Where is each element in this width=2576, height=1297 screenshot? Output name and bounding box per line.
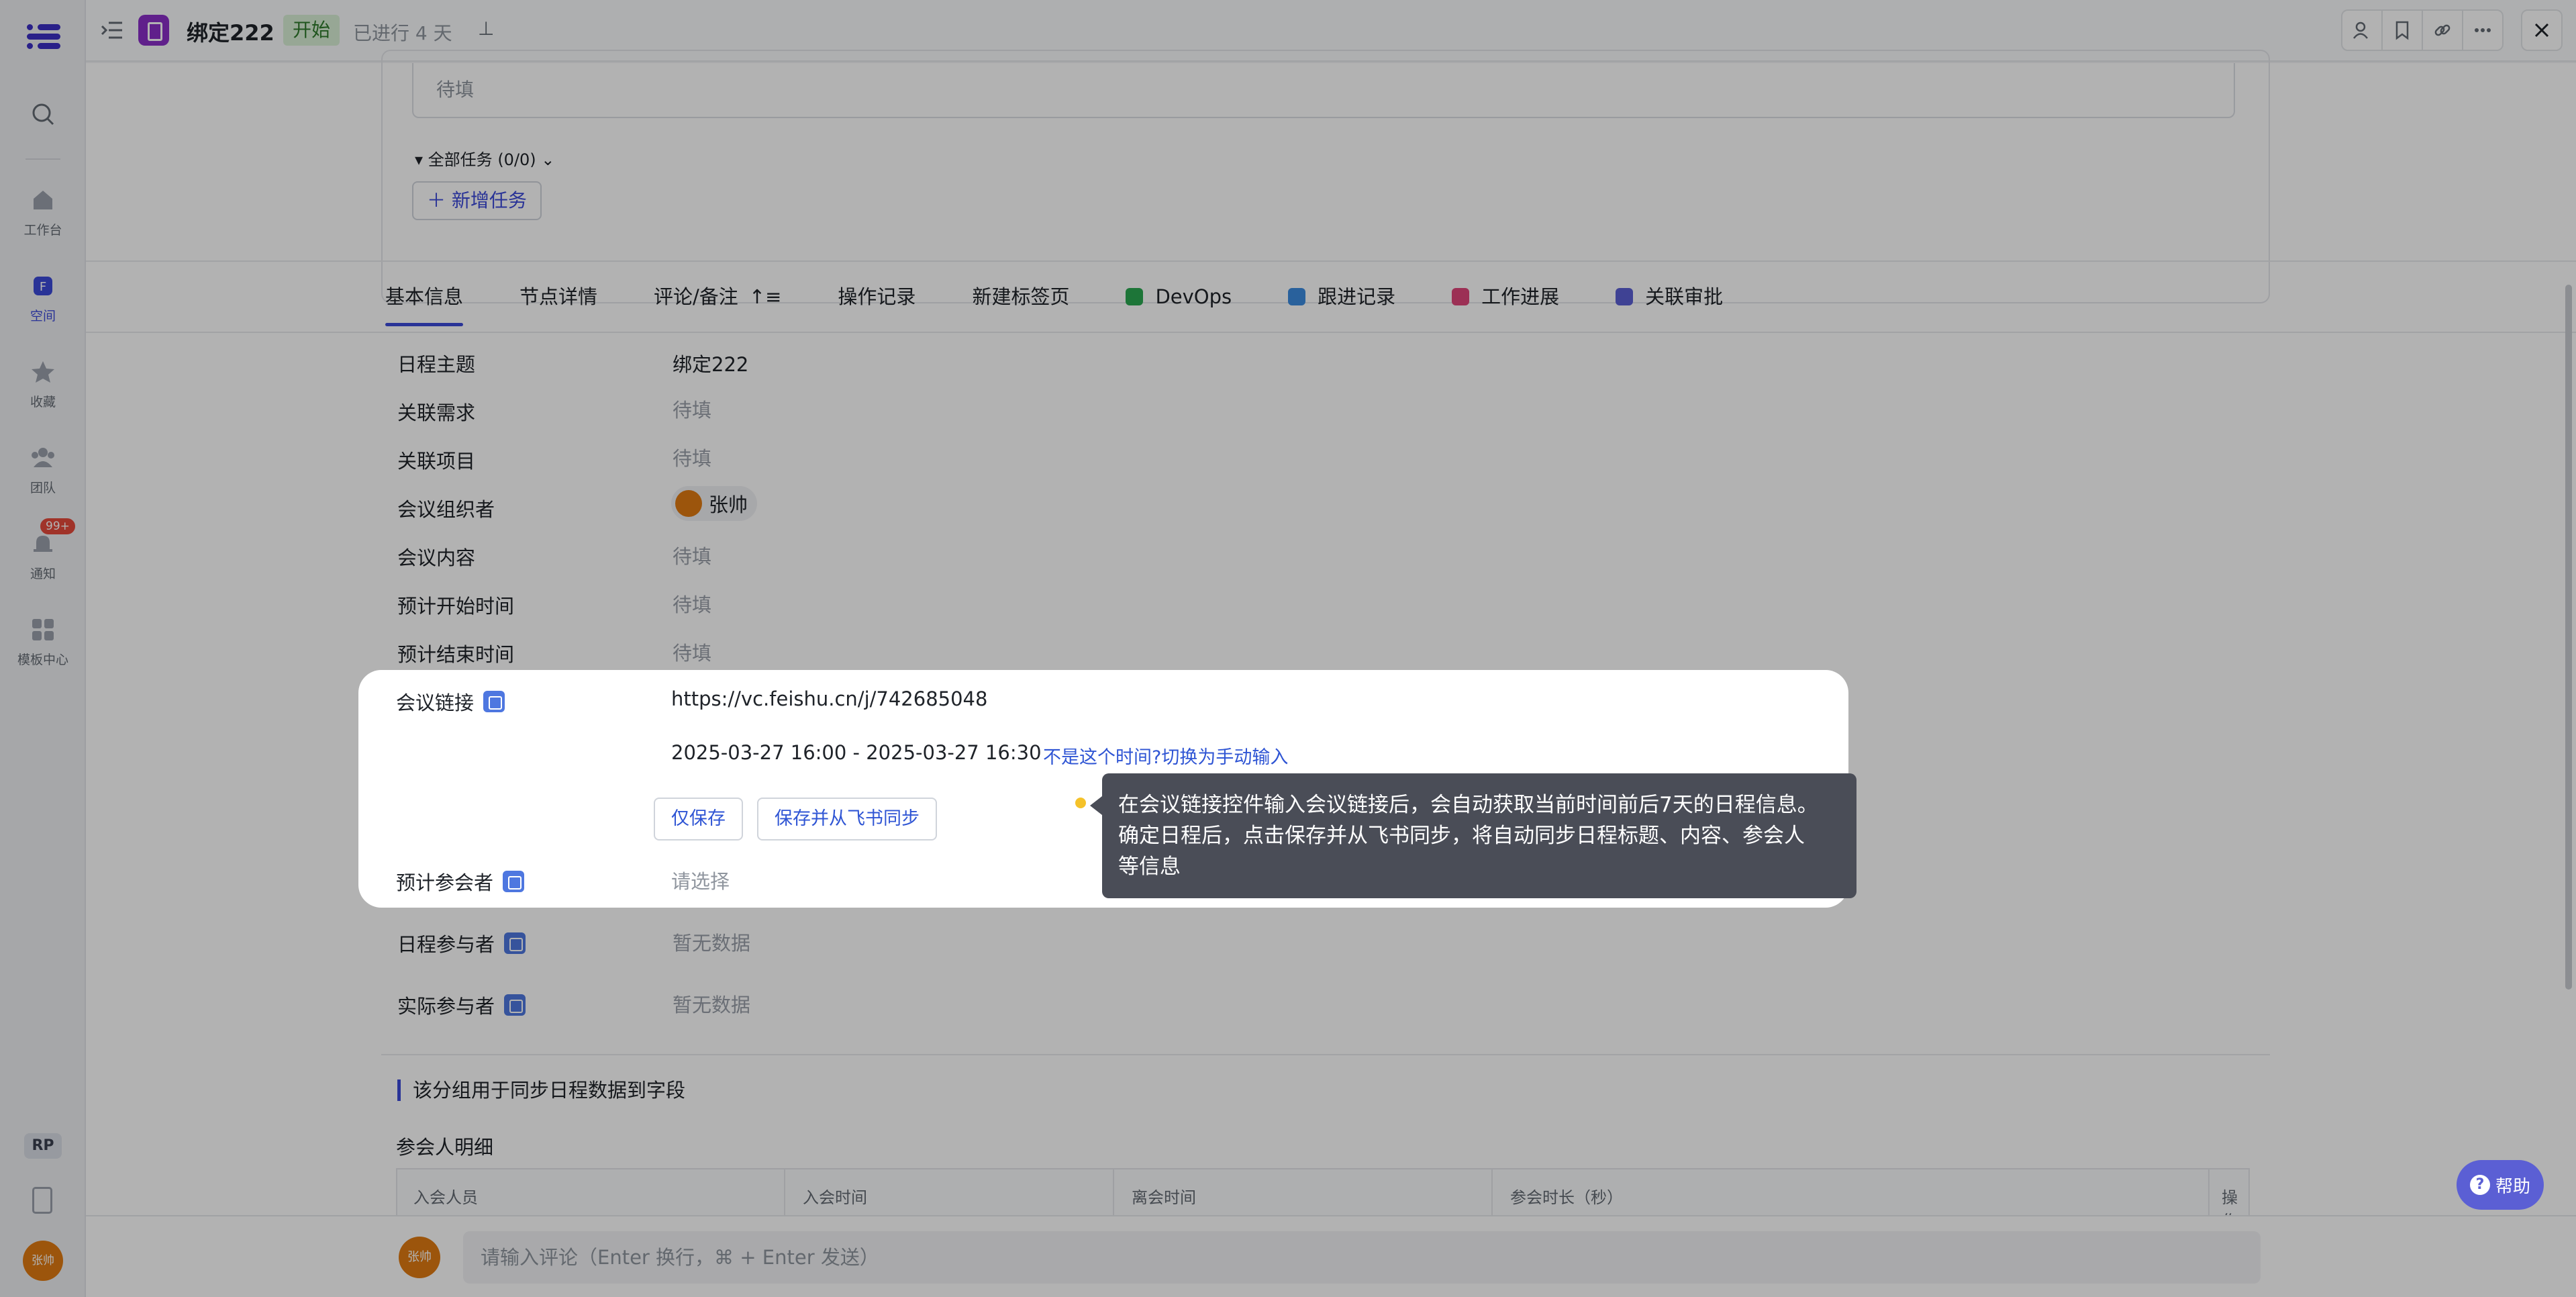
schedule-time-range: 2025-03-27 16:00 - 2025-03-27 16:30 xyxy=(671,741,1042,764)
field-label-expected-attendees: 预计参会者 xyxy=(396,867,525,896)
guide-overlay[interactable] xyxy=(0,0,2576,1297)
expected-attendees-select[interactable]: 请选择 xyxy=(671,866,730,894)
save-only-button[interactable]: 仅保存 xyxy=(654,798,743,840)
help-icon: ? xyxy=(2469,1175,2490,1195)
switch-manual-input-link[interactable]: 不是这个时间?切换为手动输入 xyxy=(1043,742,1288,769)
guide-tooltip: 在会议链接控件输入会议链接后，会自动获取当前时间前后7天的日程信息。 确定日程后… xyxy=(1090,773,1856,898)
sync-icon xyxy=(503,871,525,892)
guide-dot xyxy=(1075,798,1086,808)
save-and-sync-button[interactable]: 保存并从飞书同步 xyxy=(757,798,937,840)
meeting-link-value[interactable]: https://vc.feishu.cn/j/742685048 xyxy=(671,687,987,710)
sync-icon xyxy=(483,691,505,712)
help-button[interactable]: ? 帮助 xyxy=(2457,1160,2544,1210)
field-label-meeting-link: 会议链接 xyxy=(396,687,505,716)
